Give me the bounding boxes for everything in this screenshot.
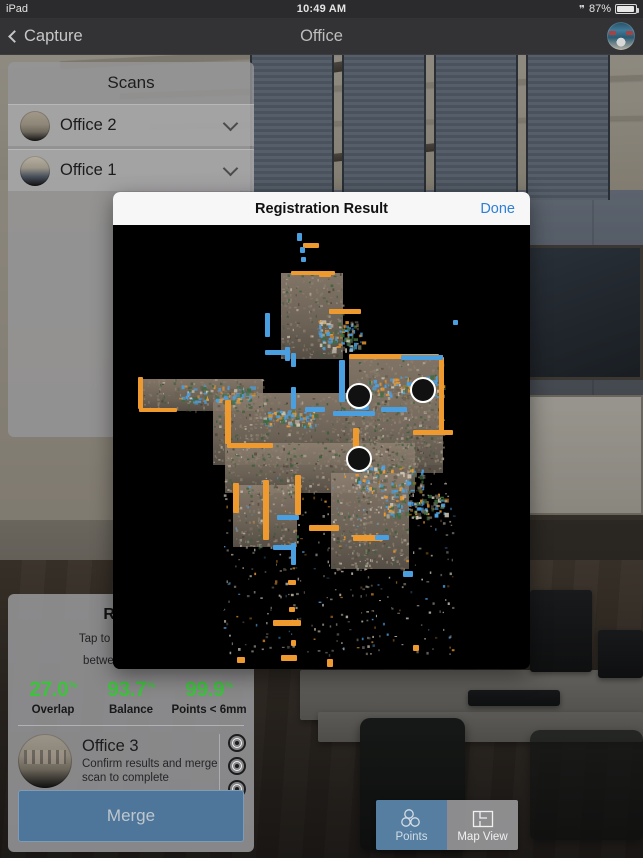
avatar[interactable] (607, 22, 635, 50)
tab-points-label: Points (395, 830, 428, 843)
result-title: Office 3 (82, 737, 139, 755)
stat-overlap-value: 27.0 (29, 678, 69, 701)
tab-map-view[interactable]: Map View (447, 800, 518, 850)
floorplan-icon (471, 808, 495, 830)
bluetooth-icon: ❞ (579, 3, 585, 16)
stat-points-label: Points < 6mm (171, 704, 247, 716)
stat-overlap-unit: % (69, 680, 77, 690)
status-right-group: ❞ 87% (579, 3, 639, 16)
point-cloud-canvas (138, 233, 458, 667)
target-icon[interactable] (228, 734, 246, 752)
scan-item-label: Office 2 (60, 116, 117, 134)
point-cloud-view[interactable] (113, 225, 530, 669)
tab-map-view-label: Map View (457, 830, 508, 843)
navigation-bar: Capture Office (0, 18, 643, 55)
chevron-down-icon[interactable] (222, 115, 239, 132)
status-bar: iPad 10:49 AM ❞ 87% (0, 0, 643, 18)
modal-header: Registration Result Done (113, 192, 530, 225)
list-item[interactable]: Office 1 (8, 149, 254, 191)
view-mode-toggle: Points Map View (376, 800, 518, 850)
chevron-down-icon[interactable] (222, 160, 239, 177)
scan-item-label: Office 1 (60, 161, 117, 179)
panorama-thumbnail (20, 155, 50, 186)
list-item[interactable]: Office 2 (8, 104, 254, 146)
points-cloud-icon (399, 808, 425, 830)
merge-button-label: Merge (106, 806, 156, 825)
stat-balance-label: Balance (108, 704, 154, 716)
stats-row: 27.0% Overlap 93.7% Balance 99.9% Points… (8, 668, 254, 716)
panorama-thumbnail (18, 734, 72, 788)
status-clock: 10:49 AM (296, 3, 347, 15)
stat-overlap: 27.0% Overlap (14, 678, 92, 716)
done-button[interactable]: Done (480, 201, 515, 217)
merge-button[interactable]: Merge (18, 790, 244, 842)
avatar-detail (609, 31, 616, 35)
target-icon[interactable] (228, 757, 246, 775)
battery-percent-label: 87% (588, 3, 611, 15)
page-title: Office (300, 26, 343, 45)
modal-title: Registration Result (255, 200, 388, 217)
stat-points-value: 99.9 (185, 678, 225, 701)
panorama-thumbnail (20, 110, 50, 141)
stat-points: 99.9% Points < 6mm (170, 678, 248, 716)
battery-icon (615, 4, 639, 14)
target-icon-group (219, 734, 246, 798)
registration-result-modal: Registration Result Done (113, 192, 530, 669)
stat-overlap-label: Overlap (31, 704, 75, 716)
stat-balance-unit: % (147, 680, 155, 690)
stat-balance: 93.7% Balance (92, 678, 170, 716)
avatar-detail (626, 31, 633, 35)
stat-points-unit: % (225, 680, 233, 690)
stat-balance-value: 93.7 (107, 678, 147, 701)
tab-points[interactable]: Points (376, 800, 447, 850)
scans-panel-title: Scans (107, 73, 155, 92)
result-row[interactable]: Office 3 Confirm results and merge scan … (8, 726, 254, 798)
